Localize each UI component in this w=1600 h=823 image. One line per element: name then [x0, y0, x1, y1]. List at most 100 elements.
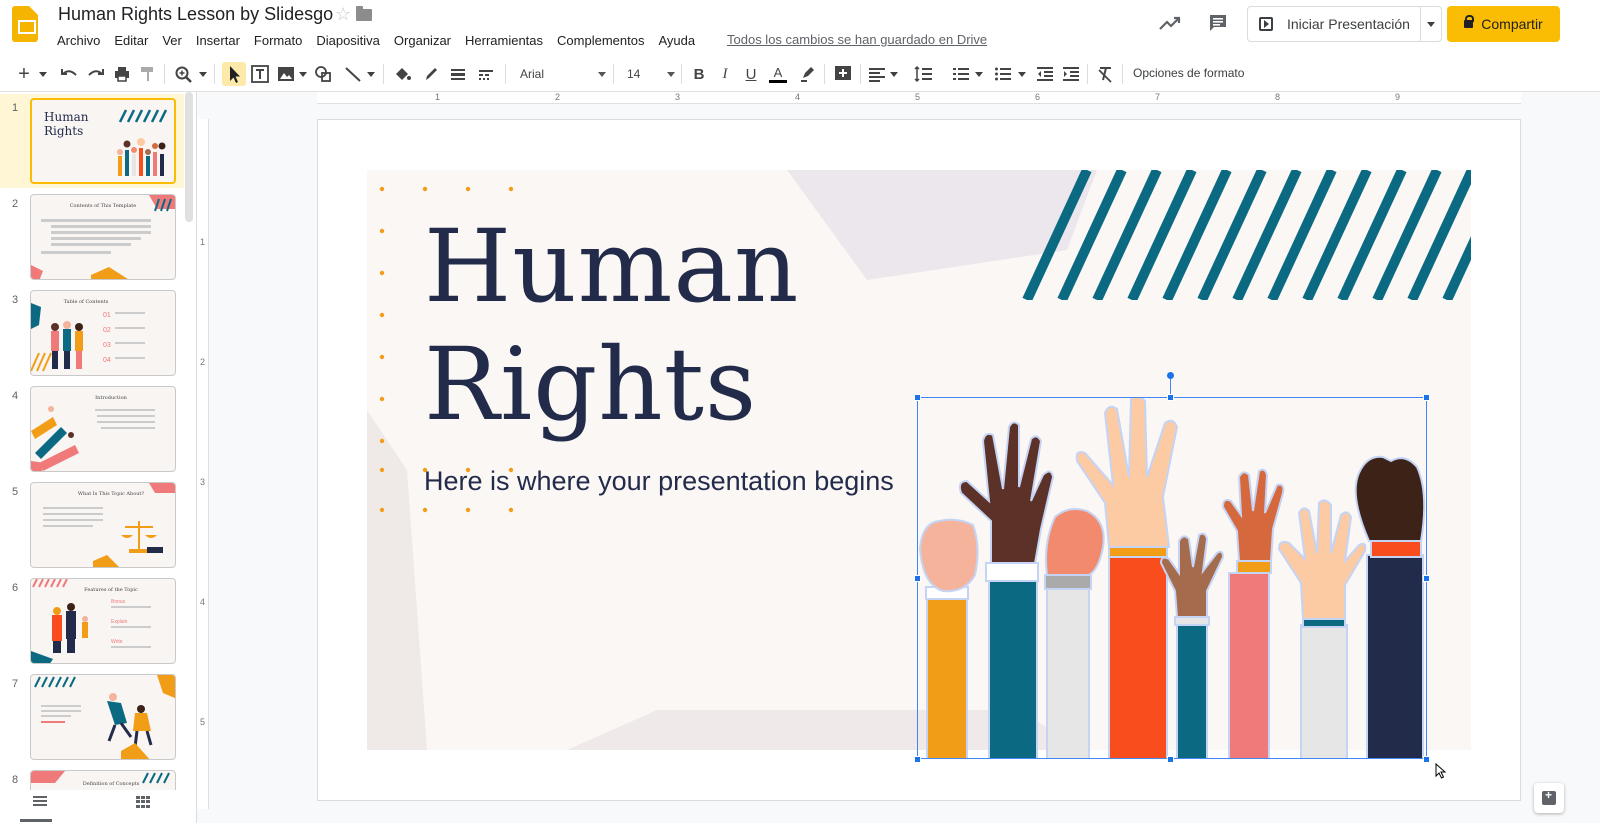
select-pointer-icon[interactable] [222, 62, 246, 86]
menu-ayuda[interactable]: Ayuda [651, 31, 702, 51]
redo-icon[interactable] [85, 62, 107, 86]
slide-number: 6 [12, 582, 19, 594]
menu-formato[interactable]: Formato [247, 31, 309, 51]
undo-icon[interactable] [58, 62, 80, 86]
highlight-icon[interactable] [797, 62, 819, 86]
border-weight-icon[interactable] [447, 62, 469, 86]
slides-app: Human Rights Lesson by Slidesgo ☆ Archiv… [0, 0, 1600, 823]
resize-handle-ne[interactable] [1423, 394, 1430, 401]
new-slide-icon[interactable]: + [12, 62, 36, 86]
text-box-icon[interactable] [249, 62, 271, 86]
resize-handle-e[interactable] [1423, 575, 1430, 582]
image-dropdown[interactable] [297, 62, 309, 86]
vertical-ruler[interactable]: 1 2 3 4 5 [197, 119, 209, 809]
bulleted-list-icon[interactable] [992, 62, 1014, 86]
font-family-select[interactable]: Arial [520, 63, 606, 85]
menu-complementos[interactable]: Complementos [550, 31, 651, 51]
border-color-icon[interactable] [420, 62, 442, 86]
shape-icon[interactable] [312, 62, 334, 86]
resize-handle-w[interactable] [914, 575, 921, 582]
diagonal-stripes-icon [1022, 170, 1471, 300]
filmstrip-scrollbar[interactable] [185, 92, 193, 222]
ruler-mark: 6 [1035, 92, 1041, 102]
resize-handle-sw[interactable] [914, 756, 921, 763]
thumb-art-icon [117, 109, 168, 176]
slide-thumbnail-preview: Human Rights [30, 98, 176, 184]
save-status-link[interactable]: Todos los cambios se han guardado en Dri… [727, 32, 987, 47]
present-options-dropdown[interactable] [1421, 21, 1441, 27]
slide-thumbnail-1[interactable]: 1 Human Rights [0, 94, 184, 188]
insert-comment-icon[interactable] [832, 62, 854, 86]
paint-format-icon[interactable] [137, 62, 159, 86]
svg-text:02: 02 [103, 327, 111, 334]
horizontal-ruler[interactable]: 1 2 3 4 5 6 7 8 9 [317, 92, 1521, 104]
explore-icon [1542, 788, 1556, 805]
rotate-handle[interactable] [1167, 372, 1174, 379]
italic-icon[interactable]: I [715, 62, 735, 86]
share-button[interactable]: Compartir [1447, 6, 1560, 42]
slide-title[interactable]: Human Rights [424, 208, 799, 444]
zoom-dropdown[interactable] [196, 62, 210, 86]
slide-thumbnail-3[interactable]: 3 Table of Contents 01 02 03 04 [0, 286, 184, 380]
slide-thumbnail-preview: Introduction [30, 386, 176, 472]
menu-herramientas[interactable]: Herramientas [458, 31, 550, 51]
slides-logo-icon[interactable] [12, 6, 38, 42]
mouse-cursor-icon [1435, 763, 1447, 779]
print-icon[interactable] [111, 62, 133, 86]
slide-thumbnail-7[interactable]: 7 [0, 670, 184, 764]
slide-subtitle[interactable]: Here is where your presentation begins [424, 466, 894, 497]
svg-text:Bonus: Bonus [111, 599, 126, 605]
menu-ver[interactable]: Ver [155, 31, 189, 51]
folder-icon[interactable] [356, 6, 372, 21]
explore-button[interactable] [1534, 783, 1564, 813]
new-slide-dropdown[interactable] [36, 62, 50, 86]
text-color-icon[interactable]: A [767, 62, 789, 86]
zoom-icon[interactable] [172, 62, 194, 86]
resize-handle-s[interactable] [1167, 756, 1174, 763]
resize-handle-se[interactable] [1423, 756, 1430, 763]
line-dropdown[interactable] [365, 62, 377, 86]
line-icon[interactable] [342, 62, 364, 86]
increase-indent-icon[interactable] [1060, 62, 1082, 86]
bold-icon[interactable]: B [689, 62, 709, 86]
image-icon[interactable] [275, 62, 297, 86]
clear-formatting-icon[interactable] [1094, 62, 1116, 86]
decrease-indent-icon[interactable] [1034, 62, 1056, 86]
fill-color-icon[interactable] [391, 62, 413, 86]
image-selection-box [917, 397, 1427, 759]
slide-thumbnail-preview: Features of the Topic Bonus Explain Writ… [30, 578, 176, 664]
bulleted-list-dropdown[interactable] [1016, 62, 1028, 86]
menu-diapositiva[interactable]: Diapositiva [309, 31, 387, 51]
slide-thumbnail-6[interactable]: 6 Features of the Topic Bonus Explain Wr… [0, 574, 184, 668]
slide-thumbnail-2[interactable]: 2 Contents of This Template [0, 190, 184, 284]
line-spacing-icon[interactable] [912, 62, 934, 86]
grid-view-icon[interactable] [136, 796, 150, 808]
menu-insertar[interactable]: Insertar [189, 31, 247, 51]
svg-text:01: 01 [103, 312, 111, 319]
font-size-select[interactable]: 14 [627, 63, 675, 85]
title-line-2: Rights [424, 326, 758, 443]
menu-organizar[interactable]: Organizar [387, 31, 458, 51]
ruler-mark: 1 [200, 237, 206, 247]
start-presentation-button[interactable]: Iniciar Presentación [1248, 7, 1421, 41]
slide-thumbnail-4[interactable]: 4 Introduction [0, 382, 184, 476]
comments-icon[interactable] [1207, 12, 1229, 34]
resize-handle-n[interactable] [1167, 394, 1174, 401]
numbered-list-icon[interactable] [950, 62, 972, 86]
ruler-mark: 2 [200, 357, 206, 367]
menu-archivo[interactable]: Archivo [50, 31, 107, 51]
resize-handle-nw[interactable] [914, 394, 921, 401]
slide-thumbnail-preview: Contents of This Template [30, 194, 176, 280]
activity-trend-icon[interactable] [1158, 14, 1182, 32]
border-dash-icon[interactable] [475, 62, 497, 86]
align-icon[interactable] [866, 62, 888, 86]
document-title[interactable]: Human Rights Lesson by Slidesgo [58, 4, 333, 25]
star-icon[interactable]: ☆ [335, 4, 351, 25]
menu-editar[interactable]: Editar [107, 31, 155, 51]
numbered-list-dropdown[interactable] [973, 62, 985, 86]
filmstrip-view-icon[interactable] [33, 796, 47, 808]
format-options-button[interactable]: Opciones de formato [1133, 66, 1244, 80]
slide-thumbnail-5[interactable]: 5 What Is This Topic About? [0, 478, 184, 572]
underline-icon[interactable]: U [741, 62, 761, 86]
align-dropdown[interactable] [888, 62, 900, 86]
